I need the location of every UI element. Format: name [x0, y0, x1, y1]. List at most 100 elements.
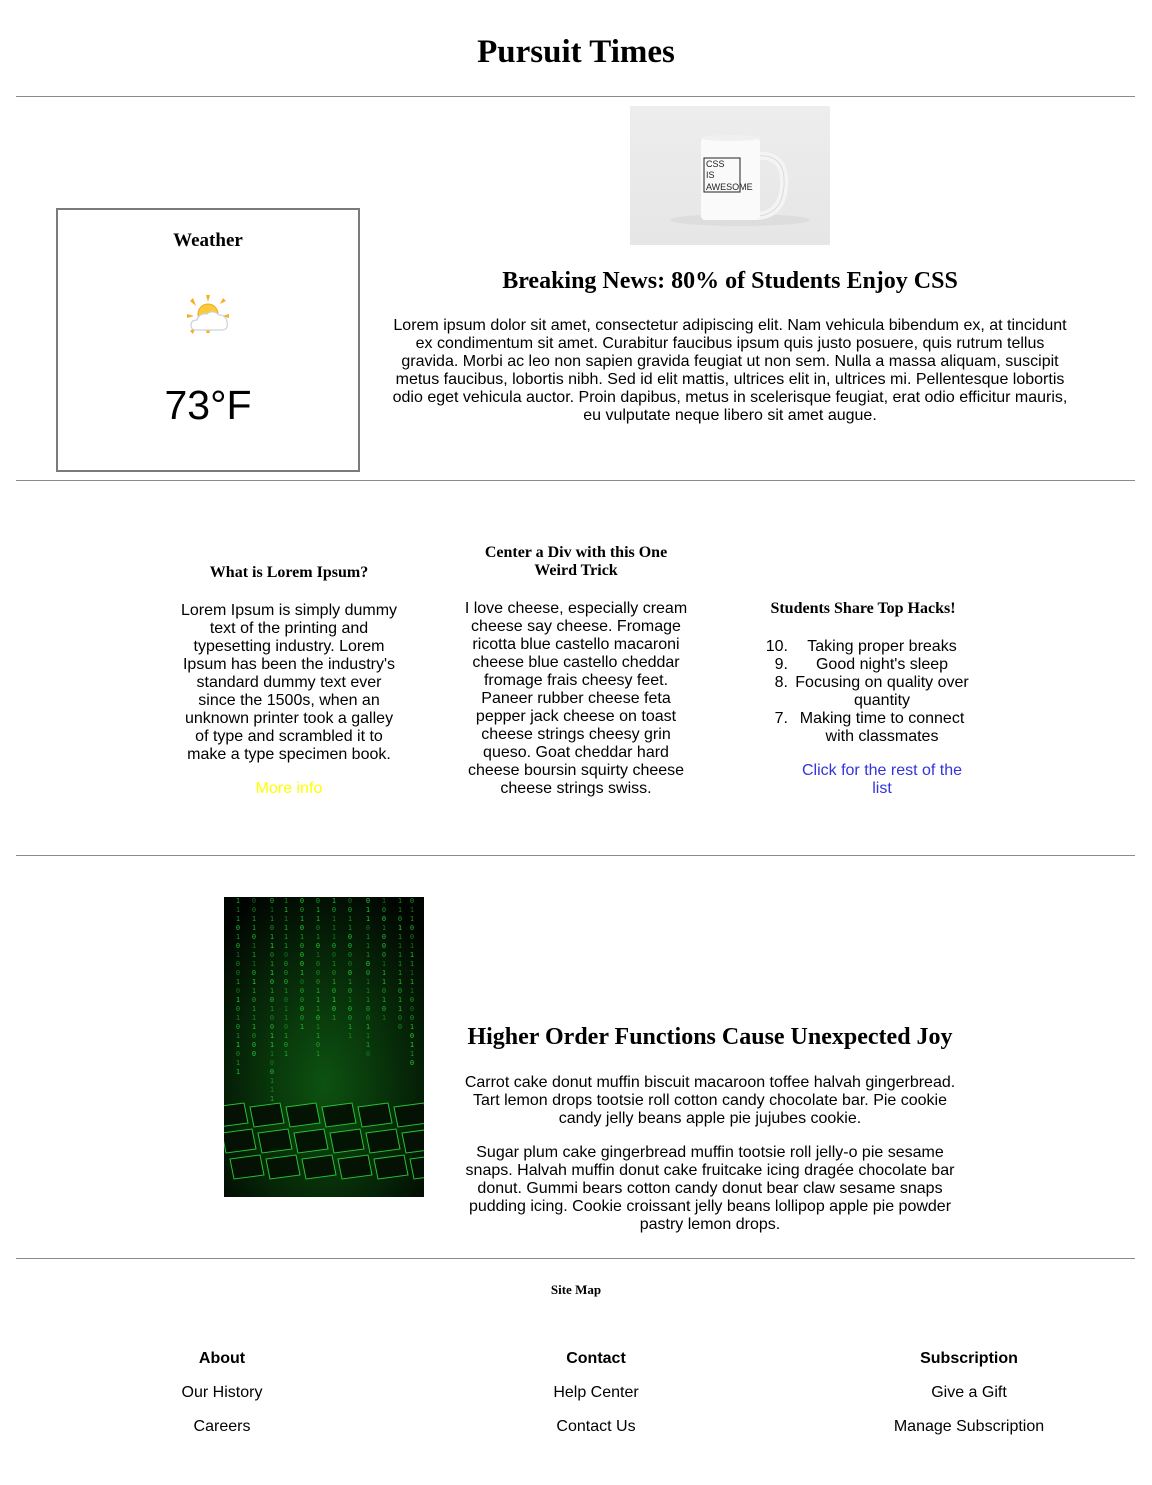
footer-link-contact-us[interactable]: Contact Us [446, 1418, 746, 1436]
svg-text:1: 1 [398, 960, 402, 968]
svg-text:0: 0 [236, 969, 240, 977]
svg-text:1: 1 [270, 915, 274, 923]
svg-text:1: 1 [382, 897, 386, 905]
mug-text-awesome: AWESOME [706, 182, 753, 192]
svg-text:1: 1 [398, 996, 402, 1004]
lorem-ipsum-card: What is Lorem Ipsum? Lorem Ipsum is simp… [178, 564, 400, 798]
svg-text:1: 1 [284, 933, 288, 941]
svg-text:1: 1 [270, 906, 274, 914]
footer-link-give-a-gift[interactable]: Give a Gift [819, 1384, 1119, 1402]
mug-image: CSS IS AWESOME [630, 106, 830, 245]
list-item: 8. Focusing on quality over quantity [756, 674, 970, 710]
svg-text:1: 1 [252, 924, 256, 932]
svg-text:1: 1 [236, 1059, 240, 1067]
svg-text:1: 1 [398, 951, 402, 959]
svg-text:0: 0 [284, 1023, 288, 1031]
svg-text:0: 0 [284, 996, 288, 1004]
list-item-text: Making time to connect with classmates [799, 710, 965, 745]
mug-text-css: CSS [706, 159, 725, 169]
svg-text:0: 0 [366, 1014, 370, 1022]
svg-text:0: 0 [284, 969, 288, 977]
footer-link-careers[interactable]: Careers [72, 1418, 372, 1436]
svg-text:1: 1 [366, 942, 370, 950]
svg-text:1: 1 [270, 1005, 274, 1013]
svg-text:1: 1 [410, 960, 414, 968]
svg-text:0: 0 [236, 1050, 240, 1058]
footer-link-manage-subscription[interactable]: Manage Subscription [819, 1418, 1119, 1436]
svg-text:0: 0 [366, 1005, 370, 1013]
svg-text:0: 0 [348, 906, 352, 914]
svg-text:1: 1 [316, 987, 320, 995]
svg-text:1: 1 [300, 969, 304, 977]
breaking-news-body: Lorem ipsum dolor sit amet, consectetur … [392, 317, 1068, 424]
svg-text:1: 1 [366, 906, 370, 914]
mug-text-is: IS [706, 170, 715, 180]
svg-text:1: 1 [284, 924, 288, 932]
svg-text:1: 1 [270, 1095, 274, 1103]
svg-text:1: 1 [236, 978, 240, 986]
svg-text:0: 0 [300, 996, 304, 1004]
svg-text:0: 0 [348, 933, 352, 941]
svg-text:1: 1 [284, 942, 288, 950]
svg-text:1: 1 [316, 1023, 320, 1031]
svg-text:1: 1 [366, 987, 370, 995]
list-item-text: Focusing on quality over quantity [795, 674, 969, 709]
svg-text:0: 0 [410, 1059, 414, 1067]
svg-text:1: 1 [284, 1014, 288, 1022]
footer-link-help-center[interactable]: Help Center [446, 1384, 746, 1402]
svg-text:0: 0 [382, 942, 386, 950]
svg-text:0: 0 [252, 996, 256, 1004]
svg-text:1: 1 [252, 915, 256, 923]
footer-link-our-history[interactable]: Our History [72, 1384, 372, 1402]
svg-text:1: 1 [348, 1032, 352, 1040]
svg-text:1: 1 [366, 996, 370, 1004]
svg-text:0: 0 [398, 987, 402, 995]
svg-text:0: 0 [366, 1050, 370, 1058]
svg-text:0: 0 [332, 951, 336, 959]
svg-text:0: 0 [236, 924, 240, 932]
svg-text:1: 1 [284, 1032, 288, 1040]
svg-text:1: 1 [252, 942, 256, 950]
more-info-link[interactable]: More info [256, 780, 323, 797]
rest-of-list-link[interactable]: Click for the rest of the list [802, 762, 962, 797]
svg-text:1: 1 [252, 1014, 256, 1022]
svg-text:1: 1 [332, 1014, 336, 1022]
svg-text:0: 0 [366, 897, 370, 905]
weather-widget: Weather [56, 208, 360, 472]
svg-text:0: 0 [300, 1014, 304, 1022]
svg-text:0: 0 [316, 924, 320, 932]
svg-text:0: 0 [252, 1041, 256, 1049]
svg-text:0: 0 [252, 897, 256, 905]
svg-text:1: 1 [410, 942, 414, 950]
svg-text:1: 1 [366, 1032, 370, 1040]
svg-text:1: 1 [332, 978, 336, 986]
header-divider [16, 96, 1135, 97]
svg-text:1: 1 [366, 915, 370, 923]
svg-text:1: 1 [270, 942, 274, 950]
svg-text:1: 1 [316, 906, 320, 914]
svg-text:1: 1 [410, 1023, 414, 1031]
svg-text:1: 1 [348, 996, 352, 1004]
svg-text:0: 0 [270, 1023, 274, 1031]
svg-text:0: 0 [252, 969, 256, 977]
svg-text:0: 0 [252, 906, 256, 914]
center-div-card: Center a Div with this One Weird Trick I… [464, 544, 688, 798]
svg-text:0: 0 [252, 1032, 256, 1040]
breaking-news-title: Breaking News: 80% of Students Enjoy CSS [502, 268, 958, 294]
svg-text:1: 1 [398, 978, 402, 986]
svg-text:1: 1 [270, 1050, 274, 1058]
center-div-title: Center a Div with this One Weird Trick [484, 544, 668, 579]
svg-text:1: 1 [366, 933, 370, 941]
svg-text:1: 1 [382, 969, 386, 977]
lorem-ipsum-body: Lorem Ipsum is simply dummy text of the … [180, 602, 398, 763]
svg-text:0: 0 [410, 1032, 414, 1040]
svg-text:1: 1 [300, 933, 304, 941]
svg-text:0: 0 [270, 1014, 274, 1022]
svg-text:0: 0 [284, 951, 288, 959]
svg-text:0: 0 [252, 1050, 256, 1058]
svg-text:0: 0 [410, 933, 414, 941]
svg-text:0: 0 [348, 951, 352, 959]
svg-text:0: 0 [316, 942, 320, 950]
weather-temperature: 73°F [164, 382, 252, 428]
svg-text:0: 0 [300, 978, 304, 986]
